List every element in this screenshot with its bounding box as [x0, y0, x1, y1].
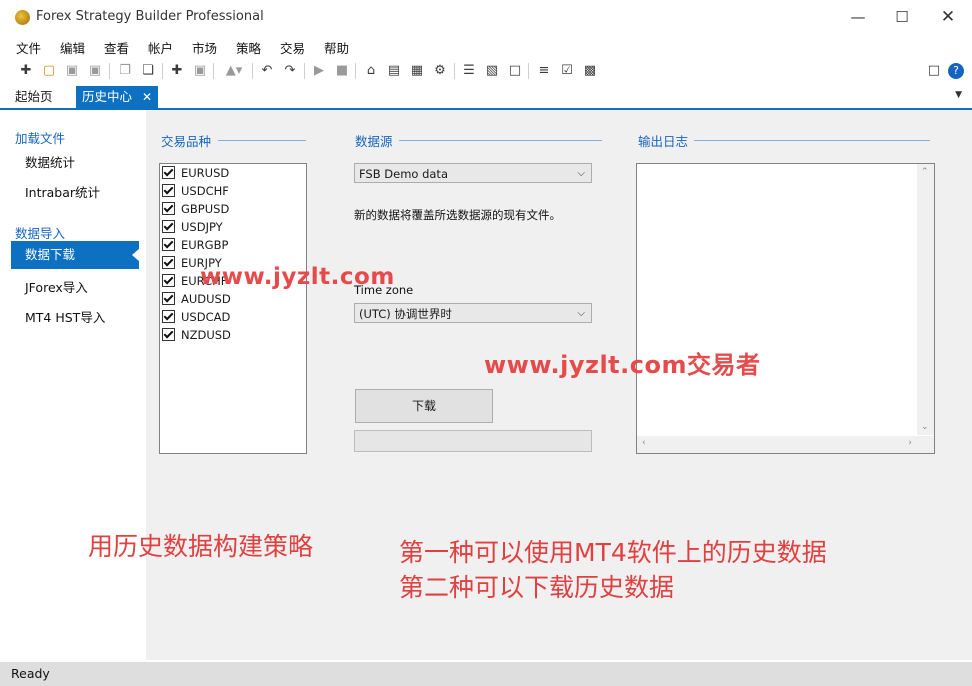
checkbox[interactable] [162, 256, 175, 269]
close-button[interactable]: ✕ [926, 4, 970, 30]
watermark: www.jyzlt.com [200, 264, 395, 290]
sidebar-group-load-files: 加载文件 [15, 131, 66, 146]
disk-icon[interactable]: ▣ [191, 62, 209, 80]
list-item[interactable]: GBPUSD [162, 200, 229, 218]
checkbox[interactable] [162, 166, 175, 179]
toolbar: ✚ ▢ ▣ ▣ ❐ ❏ ✚ ▣ ▲▾ ↶ ↷ ▶ ■ ⌂ ▤ ▦ ⚙ ☰ ▧ □… [0, 58, 972, 84]
list-item[interactable]: USDCHF [162, 182, 229, 200]
app-window: Forex Strategy Builder Professional — ☐ … [0, 0, 972, 686]
datasource-select[interactable]: FSB Demo data ⌵ [354, 163, 592, 183]
tab-strip: 起始页 历史中心 ✕ ▼ [0, 86, 972, 110]
status-text: Ready [11, 666, 50, 681]
menu-trade[interactable]: 交易 [280, 38, 305, 57]
list-item[interactable]: USDCAD [162, 308, 230, 326]
help-icon[interactable]: ? [948, 63, 964, 79]
horizontal-scrollbar[interactable]: ‹ › [637, 436, 917, 453]
menu-edit[interactable]: 编辑 [60, 38, 85, 57]
tab-dropdown-icon[interactable]: ▼ [955, 90, 962, 100]
overwrite-note: 新的数据将覆盖所选数据源的现有文件。 [354, 208, 561, 222]
scroll-down-icon[interactable]: ⌄ [921, 422, 929, 432]
report-icon[interactable]: ▧ [483, 62, 501, 80]
scroll-right-icon[interactable]: › [908, 438, 912, 448]
sidebar-item-mt4-hst-import[interactable]: MT4 HST导入 [25, 307, 105, 326]
list-icon[interactable]: ☰ [460, 62, 478, 80]
checkbox[interactable] [162, 184, 175, 197]
redo-icon[interactable]: ↷ [281, 62, 299, 80]
stop-icon[interactable]: ■ [333, 62, 351, 80]
annotation-text: 第二种可以下载历史数据 [399, 573, 675, 602]
list-item[interactable]: EURUSD [162, 164, 229, 182]
sidebar: 加载文件 数据统计 Intrabar统计 数据导入 数据下载 JForex导入 … [0, 110, 146, 660]
tab-close-icon[interactable]: ✕ [142, 90, 152, 104]
checkbox[interactable] [162, 310, 175, 323]
tab-history-center[interactable]: 历史中心 ✕ [76, 86, 159, 108]
chevron-down-icon: ⌵ [577, 168, 585, 179]
chevron-down-icon: ⌵ [577, 308, 585, 319]
download-button[interactable]: 下载 [355, 389, 493, 423]
save-icon[interactable]: ▣ [63, 62, 81, 80]
sidebar-item-intrabar-statistics[interactable]: Intrabar统计 [25, 182, 100, 201]
sidebar-item-jforex-import[interactable]: JForex导入 [25, 277, 88, 296]
menu-account[interactable]: 帐户 [148, 38, 173, 57]
minimize-button[interactable]: — [836, 4, 880, 30]
checklist-icon[interactable]: ☑ [558, 62, 576, 80]
sidebar-item-data-download[interactable]: 数据下载 [11, 241, 140, 269]
checkbox[interactable] [162, 220, 175, 233]
gear-icon[interactable]: ⚙ [431, 62, 449, 80]
open-folder-icon[interactable]: ▢ [40, 62, 58, 80]
menu-help[interactable]: 帮助 [324, 38, 349, 57]
list-item[interactable]: NZDUSD [162, 326, 231, 344]
vertical-scrollbar[interactable]: ⌃ ⌄ [917, 164, 934, 435]
menu-view[interactable]: 查看 [104, 38, 129, 57]
checkbox[interactable] [162, 328, 175, 341]
checkbox[interactable] [162, 238, 175, 251]
tab-history-label: 历史中心 [82, 89, 133, 104]
list-item[interactable]: AUDUSD [162, 290, 231, 308]
menu-bar: 文件 编辑 查看 帐户 市场 策略 交易 帮助 [0, 34, 972, 58]
maximize-button[interactable]: ☐ [880, 4, 924, 30]
columns-icon[interactable]: ▦ [408, 62, 426, 80]
new-strategy-icon[interactable]: ✚ [17, 62, 35, 80]
undo-icon[interactable]: ↶ [258, 62, 276, 80]
chat-icon[interactable]: □ [925, 62, 943, 80]
window-title: Forex Strategy Builder Professional [36, 9, 264, 24]
sort-icon[interactable]: ≡ [535, 62, 553, 80]
sidebar-group-data-import: 数据导入 [15, 226, 66, 241]
scroll-up-icon[interactable]: ⌃ [921, 167, 929, 177]
symbols-list[interactable]: EURUSD USDCHF GBPUSD USDJPY EURGBP EURJP… [159, 163, 307, 454]
title-bar: Forex Strategy Builder Professional — ☐ … [0, 0, 972, 34]
checkbox[interactable] [162, 274, 175, 287]
menu-market[interactable]: 市场 [192, 38, 217, 57]
play-icon[interactable]: ▶ [310, 62, 328, 80]
sidebar-item-data-statistics[interactable]: 数据统计 [25, 152, 75, 171]
menu-strategy[interactable]: 策略 [236, 38, 261, 57]
status-bar: Ready [0, 662, 972, 686]
scroll-left-icon[interactable]: ‹ [642, 438, 646, 448]
datasource-header: 数据源 [355, 134, 393, 149]
document-icon[interactable]: □ [506, 62, 524, 80]
copy-icon[interactable]: ❐ [116, 62, 134, 80]
watermark: www.jyzlt.com交易者 [484, 351, 761, 379]
app-logo-icon [15, 10, 30, 25]
save-as-icon[interactable]: ▣ [86, 62, 104, 80]
briefcase-icon[interactable]: ▩ [581, 62, 599, 80]
output-log-header: 输出日志 [638, 134, 689, 149]
paste-icon[interactable]: ❏ [139, 62, 157, 80]
graduation-cap-icon[interactable]: ▲▾ [220, 62, 248, 80]
list-item[interactable]: EURGBP [162, 236, 228, 254]
timezone-select[interactable]: (UTC) 协调世界时 ⌵ [354, 303, 592, 323]
database-icon[interactable]: ▤ [385, 62, 403, 80]
download-progress-bar [354, 430, 592, 452]
annotation-text: 用历史数据构建策略 [88, 532, 314, 561]
home-icon[interactable]: ⌂ [362, 62, 380, 80]
output-log[interactable]: ⌃ ⌄ ‹ › [636, 163, 935, 454]
annotation-text: 第一种可以使用MT4软件上的历史数据 [399, 538, 827, 567]
list-item[interactable]: USDJPY [162, 218, 223, 236]
symbols-header: 交易品种 [161, 134, 212, 149]
checkbox[interactable] [162, 202, 175, 215]
tab-home[interactable]: 起始页 [9, 86, 59, 108]
menu-file[interactable]: 文件 [16, 38, 41, 57]
add-icon[interactable]: ✚ [168, 62, 186, 80]
checkbox[interactable] [162, 292, 175, 305]
